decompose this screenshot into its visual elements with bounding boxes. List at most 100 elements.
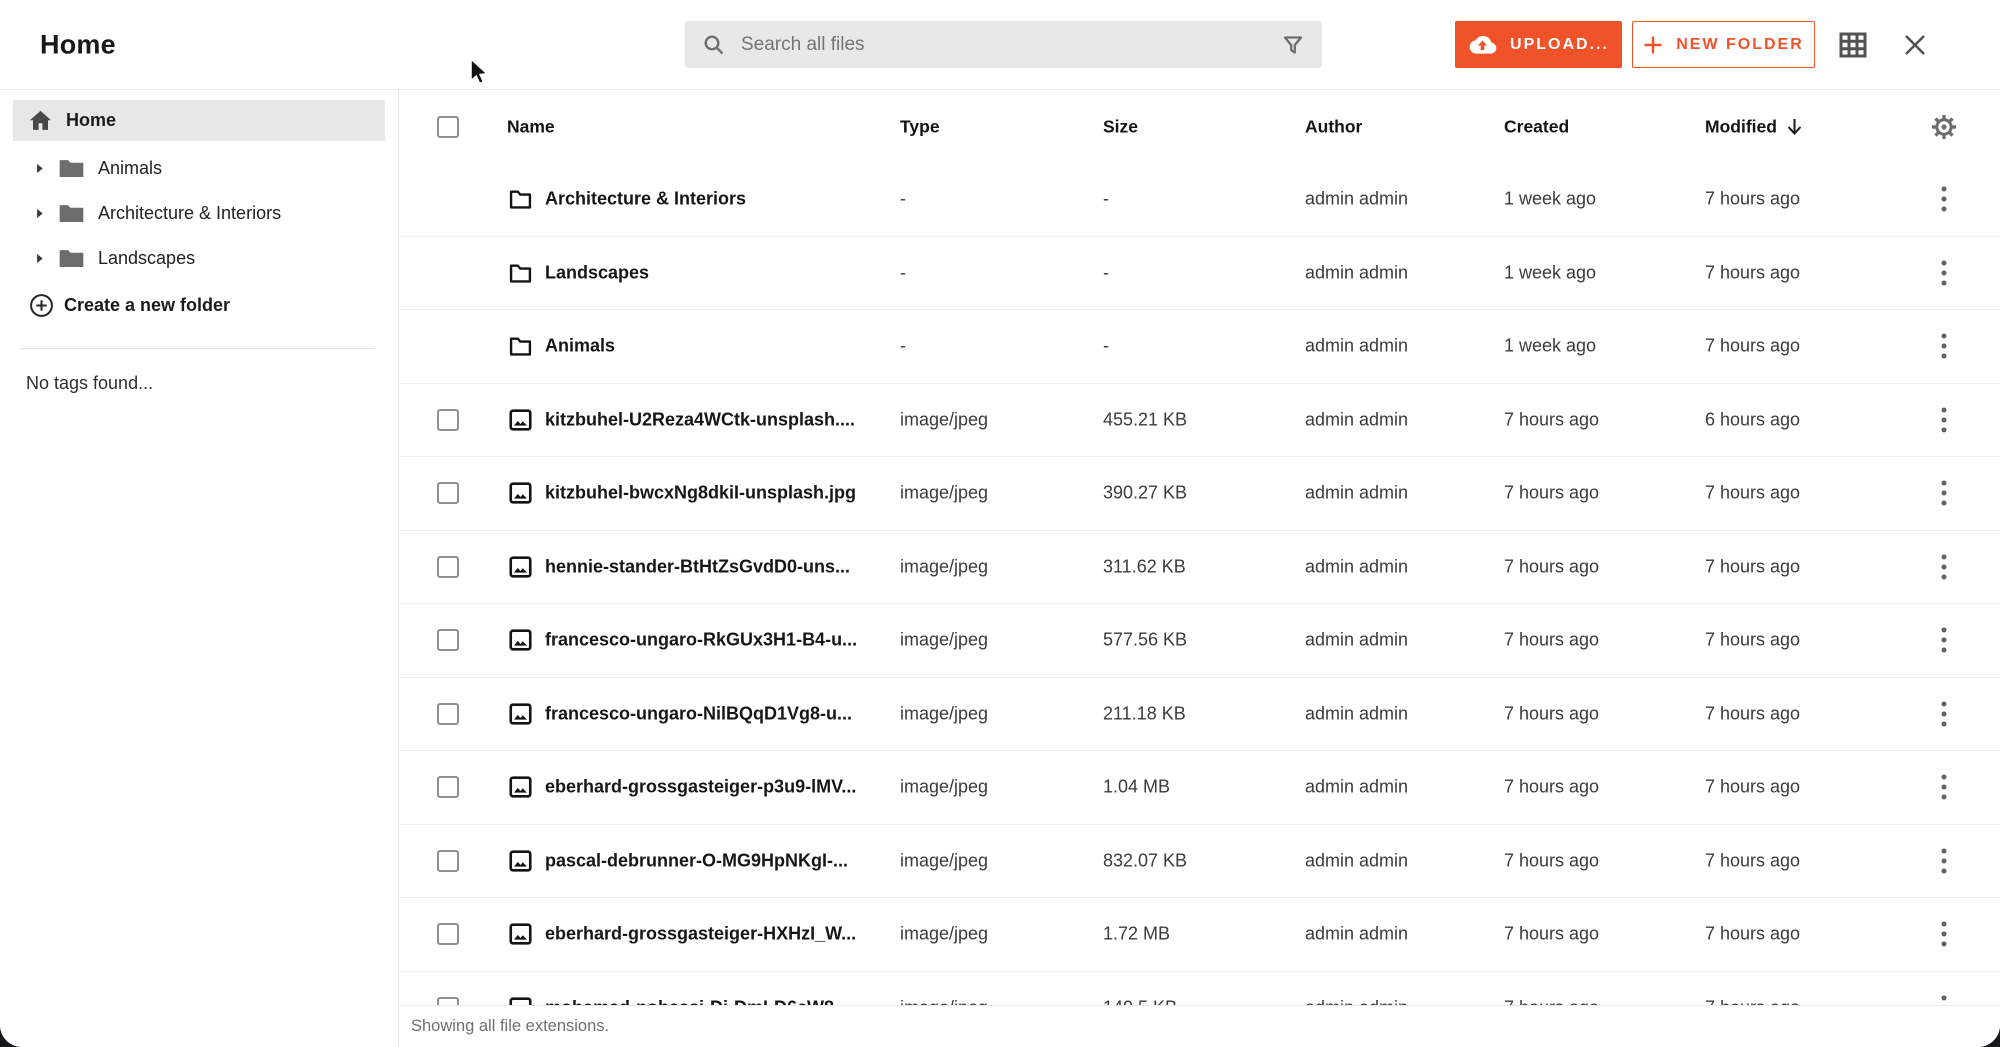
row-actions-menu-button[interactable] xyxy=(1927,547,1961,587)
column-header-name[interactable]: Name xyxy=(507,116,555,137)
file-modified: 7 hours ago xyxy=(1705,924,1800,945)
row-checkbox[interactable] xyxy=(437,997,459,1005)
table-row[interactable]: Landscapes - - admin admin 1 week ago 7 … xyxy=(400,237,2000,311)
file-name[interactable]: kitzbuhel-bwcxNg8dkiI-unsplash.jpg xyxy=(545,483,856,504)
row-checkbox[interactable] xyxy=(437,556,459,578)
file-name[interactable]: francesco-ungaro-RkGUx3H1-B4-u... xyxy=(545,630,857,651)
table-row[interactable]: eberhard-grossgasteiger-p3u9-lMV... imag… xyxy=(400,751,2000,825)
file-type: image/jpeg xyxy=(900,483,988,504)
row-actions-menu-button[interactable] xyxy=(1927,253,1961,293)
close-icon xyxy=(1901,31,1929,59)
file-name[interactable]: eberhard-grossgasteiger-p3u9-lMV... xyxy=(545,777,856,798)
caret-right-icon[interactable] xyxy=(33,162,47,175)
file-name[interactable]: mohamed-nohassi-Di-DmLD6cW8-... xyxy=(545,997,855,1005)
tags-empty-message: No tags found... xyxy=(26,373,398,394)
file-size: 577.56 KB xyxy=(1103,630,1187,651)
row-actions-menu-button[interactable] xyxy=(1927,914,1961,954)
caret-right-icon[interactable] xyxy=(33,207,47,220)
file-size: 1.04 MB xyxy=(1103,777,1170,798)
search-bar[interactable] xyxy=(685,21,1322,68)
file-name[interactable]: francesco-ungaro-NilBQqD1Vg8-u... xyxy=(545,703,852,724)
table-row[interactable]: hennie-stander-BtHtZsGvdD0-uns... image/… xyxy=(400,531,2000,605)
file-author: admin admin xyxy=(1305,997,1408,1005)
upload-button[interactable]: UPLOAD... xyxy=(1455,21,1622,68)
row-actions-menu-button[interactable] xyxy=(1927,400,1961,440)
sidebar-folder-animals[interactable]: Animals xyxy=(0,146,398,191)
image-file-icon xyxy=(507,480,534,506)
file-modified: 6 hours ago xyxy=(1705,409,1800,430)
table-row[interactable]: francesco-ungaro-NilBQqD1Vg8-u... image/… xyxy=(400,678,2000,752)
file-created: 7 hours ago xyxy=(1504,997,1599,1005)
row-actions-menu-button[interactable] xyxy=(1927,767,1961,807)
file-name[interactable]: Landscapes xyxy=(545,262,649,283)
file-modified: 7 hours ago xyxy=(1705,336,1800,357)
row-checkbox[interactable] xyxy=(437,850,459,872)
file-modified: 7 hours ago xyxy=(1705,703,1800,724)
column-header-size[interactable]: Size xyxy=(1103,116,1138,137)
file-name[interactable]: Animals xyxy=(545,336,615,357)
grid-view-button[interactable] xyxy=(1838,30,1868,60)
table-row[interactable]: kitzbuhel-U2Reza4WCtk-unsplash.... image… xyxy=(400,384,2000,458)
sidebar-item-home[interactable]: Home xyxy=(13,100,385,141)
table-row[interactable]: Architecture & Interiors - - admin admin… xyxy=(400,163,2000,237)
file-modified: 7 hours ago xyxy=(1705,850,1800,871)
file-author: admin admin xyxy=(1305,924,1408,945)
table-row[interactable]: francesco-ungaro-RkGUx3H1-B4-u... image/… xyxy=(400,604,2000,678)
file-type: image/jpeg xyxy=(900,703,988,724)
file-type: image/jpeg xyxy=(900,850,988,871)
file-table: Name Type Size Author Created Modified xyxy=(400,90,2000,1047)
sidebar-folder-landscapes[interactable]: Landscapes xyxy=(0,236,398,281)
sidebar-folder-label: Animals xyxy=(98,158,162,179)
column-settings-button[interactable] xyxy=(1924,113,1964,141)
row-actions-menu-button[interactable] xyxy=(1927,988,1961,1005)
sidebar-home-label: Home xyxy=(66,110,116,131)
table-row[interactable]: Animals - - admin admin 1 week ago 7 hou… xyxy=(400,310,2000,384)
close-button[interactable] xyxy=(1900,30,1930,60)
column-header-type[interactable]: Type xyxy=(900,116,940,137)
image-file-icon xyxy=(507,995,534,1005)
select-all-checkbox[interactable] xyxy=(437,116,459,138)
create-folder-button[interactable]: Create a new folder xyxy=(0,283,398,328)
column-header-modified[interactable]: Modified xyxy=(1705,116,1803,137)
table-row[interactable]: eberhard-grossgasteiger-HXHzI_W... image… xyxy=(400,898,2000,972)
file-manager-window: Home UPLOAD... xyxy=(0,0,2000,1047)
image-file-icon xyxy=(507,701,534,727)
sidebar-folder-architecture-interiors[interactable]: Architecture & Interiors xyxy=(0,191,398,236)
row-actions-menu-button[interactable] xyxy=(1927,473,1961,513)
kebab-menu-icon xyxy=(1940,331,1948,361)
table-row[interactable]: mohamed-nohassi-Di-DmLD6cW8-... image/jp… xyxy=(400,972,2000,1006)
column-header-author[interactable]: Author xyxy=(1305,116,1362,137)
file-author: admin admin xyxy=(1305,336,1408,357)
row-checkbox[interactable] xyxy=(437,409,459,431)
file-name[interactable]: kitzbuhel-U2Reza4WCtk-unsplash.... xyxy=(545,409,855,430)
table-footer: Showing all file extensions. xyxy=(400,1005,2000,1047)
row-actions-menu-button[interactable] xyxy=(1927,326,1961,366)
row-actions-menu-button[interactable] xyxy=(1927,620,1961,660)
file-name[interactable]: eberhard-grossgasteiger-HXHzI_W... xyxy=(545,924,856,945)
filter-icon[interactable] xyxy=(1281,33,1305,57)
kebab-menu-icon xyxy=(1940,993,1948,1005)
row-checkbox[interactable] xyxy=(437,703,459,725)
table-row[interactable]: kitzbuhel-bwcxNg8dkiI-unsplash.jpg image… xyxy=(400,457,2000,531)
file-name[interactable]: pascal-debrunner-O-MG9HpNKgI-... xyxy=(545,850,848,871)
file-size: - xyxy=(1103,189,1109,210)
new-folder-button[interactable]: NEW FOLDER xyxy=(1632,21,1815,68)
table-row[interactable]: pascal-debrunner-O-MG9HpNKgI-... image/j… xyxy=(400,825,2000,899)
column-header-created[interactable]: Created xyxy=(1504,116,1569,137)
caret-right-icon[interactable] xyxy=(33,252,47,265)
file-created: 7 hours ago xyxy=(1504,483,1599,504)
row-actions-menu-button[interactable] xyxy=(1927,179,1961,219)
search-input[interactable] xyxy=(739,33,1268,57)
row-checkbox[interactable] xyxy=(437,923,459,945)
row-actions-menu-button[interactable] xyxy=(1927,841,1961,881)
folder-outline-icon xyxy=(507,186,534,212)
sidebar-divider xyxy=(20,348,374,349)
file-name[interactable]: Architecture & Interiors xyxy=(545,189,746,210)
row-actions-menu-button[interactable] xyxy=(1927,694,1961,734)
file-name[interactable]: hennie-stander-BtHtZsGvdD0-uns... xyxy=(545,556,850,577)
sidebar-folder-label: Landscapes xyxy=(98,248,195,269)
row-checkbox[interactable] xyxy=(437,629,459,651)
kebab-menu-icon xyxy=(1940,552,1948,582)
row-checkbox[interactable] xyxy=(437,482,459,504)
row-checkbox[interactable] xyxy=(437,776,459,798)
